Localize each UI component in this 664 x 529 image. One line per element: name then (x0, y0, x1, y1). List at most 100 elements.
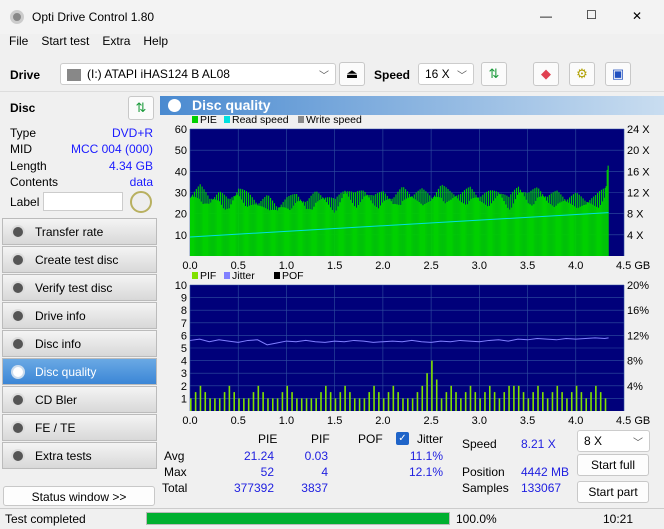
refresh-icon[interactable]: ⇅ (481, 62, 507, 86)
pie-bar (491, 190, 493, 256)
nav-disc-info[interactable]: Disc info (2, 330, 157, 357)
pif-bar (590, 392, 592, 411)
legend-swatch (298, 116, 304, 123)
x-tick-label: 1.5 (327, 260, 342, 272)
pie-bar (561, 201, 563, 256)
pif-bar (426, 373, 428, 411)
disc-icon (11, 448, 25, 463)
pie-bar (400, 204, 402, 256)
drive-select[interactable]: (I:) ATAPI iHAS124 B AL08 ﹀ (60, 63, 336, 85)
pie-bar (459, 200, 461, 256)
info-type: Type DVD+R (10, 126, 153, 140)
pie-bar (378, 208, 380, 256)
pie-bar (276, 210, 278, 256)
menu-help[interactable]: Help (143, 34, 168, 48)
y-tick-label: 1 (181, 393, 187, 405)
nav-disc-quality[interactable]: Disc quality (2, 358, 157, 385)
nav-label: Verify test disc (35, 280, 113, 295)
menu-start-test[interactable]: Start test (41, 34, 89, 48)
pie-bar (391, 198, 393, 256)
header-pie: PIE (258, 432, 278, 446)
pie-bar (542, 196, 545, 256)
nav-extra-tests[interactable]: Extra tests (2, 442, 157, 469)
pie-bar (457, 198, 459, 256)
pie-bar (247, 192, 249, 256)
pie-bar (483, 203, 485, 256)
drive-label: Drive (10, 68, 41, 82)
close-button[interactable]: ✕ (632, 9, 642, 23)
label-input[interactable] (43, 192, 123, 211)
pie-bar (463, 190, 466, 256)
y-tick-label: 10 (175, 280, 187, 292)
pie-bar (410, 196, 412, 256)
pie-bar (253, 199, 255, 256)
pie-bar (191, 194, 194, 256)
nav-transfer-rate[interactable]: Transfer rate (2, 218, 157, 245)
pie-bar (353, 206, 356, 256)
pie-bar (509, 209, 511, 256)
x-tick-label: 4.0 (568, 260, 583, 272)
jitter-checkbox[interactable]: ✓ (396, 432, 409, 445)
pie-bar (241, 199, 243, 256)
pie-bar (607, 165, 609, 256)
pie-bar (190, 196, 193, 256)
pie-bar (595, 195, 597, 256)
pie-bar (194, 197, 196, 256)
menu-bar: File Start test Extra Help (0, 34, 664, 54)
pif-bar (300, 398, 303, 411)
pie-bar (404, 199, 406, 256)
eject-button[interactable]: ⏏ (339, 62, 365, 86)
save-icon[interactable]: ▣ (605, 62, 631, 86)
legend-swatch (224, 116, 230, 123)
legend-label: Read speed (232, 115, 289, 126)
pie-bar (510, 194, 512, 256)
nav-drive-info[interactable]: Drive info (2, 302, 157, 329)
pie-bar (377, 192, 379, 256)
pie-bar (256, 204, 258, 256)
minimize-button[interactable]: — (540, 9, 552, 23)
nav-cd-bler[interactable]: CD Bler (2, 386, 157, 413)
pif-bar (353, 398, 356, 411)
speed-select[interactable]: 16 X ﹀ (418, 63, 474, 85)
test-speed-select[interactable]: 8 X ﹀ (577, 430, 650, 452)
pie-bar (389, 198, 391, 256)
pie-bar (446, 201, 448, 256)
pie-bar (314, 191, 316, 256)
pie-bar (260, 201, 262, 256)
nav-fe-te[interactable]: FE / TE (2, 414, 157, 441)
pie-bar (420, 203, 422, 256)
pie-bar (536, 187, 538, 256)
pie-bar (320, 195, 322, 256)
settings-icon[interactable]: ⚙ (569, 62, 595, 86)
pie-bar (223, 194, 225, 256)
nav-create-test-disc[interactable]: Create test disc (2, 246, 157, 273)
pie-bar (588, 202, 590, 256)
pie-bar (201, 186, 203, 256)
pie-bar (376, 206, 378, 256)
pie-bar (268, 195, 270, 256)
info-contents: Contents data (10, 175, 153, 189)
pie-bar (519, 189, 521, 256)
pie-bar (289, 210, 291, 256)
status-window-button[interactable]: Status window >> (3, 486, 155, 506)
label-disc-icon[interactable] (130, 191, 152, 213)
pie-bar (475, 194, 477, 256)
eraser-icon[interactable]: ◆ (533, 62, 559, 86)
pie-bar (488, 190, 490, 256)
pie-bar (448, 200, 450, 256)
menu-extra[interactable]: Extra (102, 34, 130, 48)
start-full-button[interactable]: Start full (577, 454, 649, 476)
maximize-button[interactable]: ☐ (586, 8, 597, 22)
max-jitter: 12.1% (408, 465, 443, 479)
y-tick-label: 7 (181, 318, 187, 330)
pie-bar (321, 199, 323, 256)
start-part-button[interactable]: Start part (577, 481, 649, 503)
pie-bar (337, 206, 339, 256)
pie-bar (505, 204, 507, 256)
pie-bar (451, 192, 453, 256)
nav-verify-test-disc[interactable]: Verify test disc (2, 274, 157, 301)
pie-bar (518, 192, 520, 256)
menu-file[interactable]: File (9, 34, 28, 48)
disc-refresh-button[interactable]: ⇅ (128, 96, 154, 120)
pif-bar (479, 398, 481, 411)
